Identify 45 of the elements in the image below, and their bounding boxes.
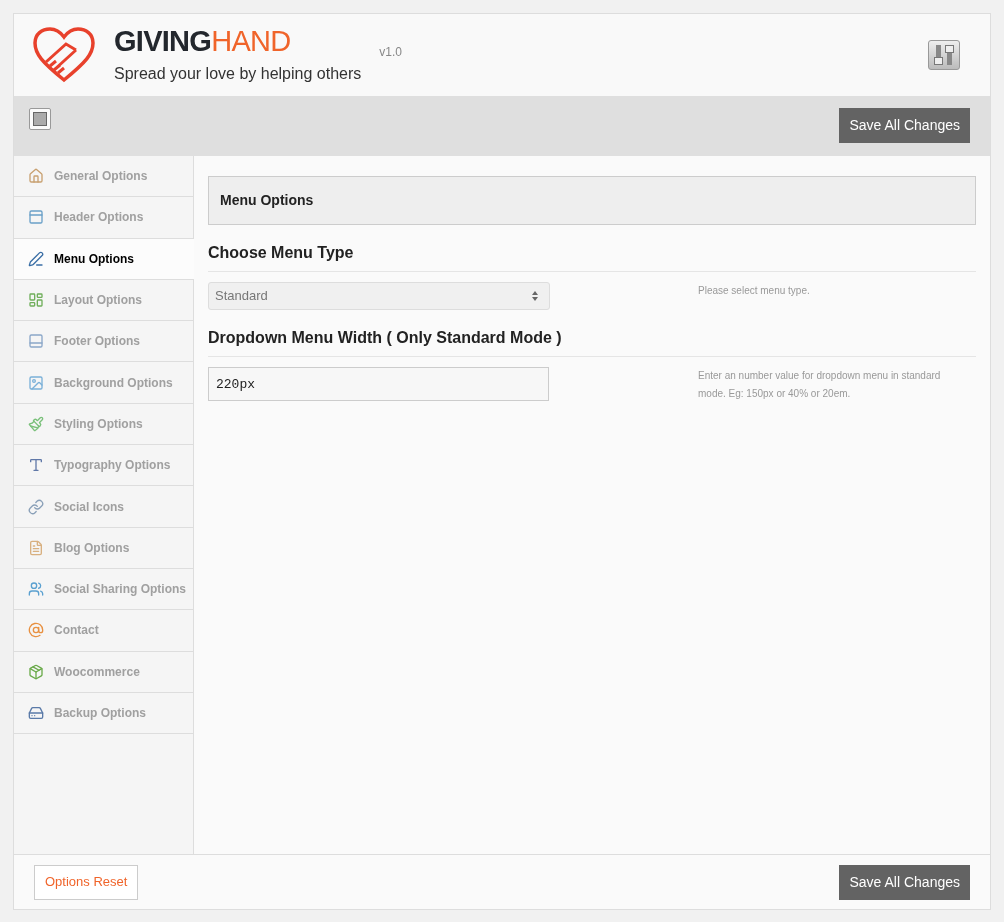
sidebar-item[interactable]: Background Options: [14, 362, 193, 404]
save-button[interactable]: Save All Changes: [839, 108, 970, 143]
sidebar-item[interactable]: Header Options: [14, 197, 193, 239]
field-help-text: Enter an number value for dropdown menu in standard mode. Eg: 150px or 40% or 20em.: [698, 369, 942, 401]
sidebar-item[interactable]: Woocommerce: [14, 651, 193, 693]
panel-icon: [28, 333, 44, 350]
section-title: Menu Options: [220, 191, 314, 210]
sidebar-item[interactable]: Footer Options: [14, 321, 193, 363]
layout-icon: [28, 292, 44, 309]
sidebar-item[interactable]: Blog Options: [14, 527, 193, 569]
sidebar-item[interactable]: General Options: [14, 156, 193, 198]
image-icon: [28, 374, 44, 391]
drive-icon: [28, 705, 44, 721]
box-icon: [28, 663, 44, 680]
pen-icon: [28, 250, 44, 267]
field-heading: Dropdown Menu Width ( Only Standard Mode ): [208, 329, 562, 346]
layout-toggle-icon[interactable]: [29, 108, 51, 130]
tagline: Spread your love by helping others: [114, 64, 362, 84]
heart-handshake-logo: [32, 26, 96, 84]
users-icon: [28, 581, 44, 598]
sidebar-item[interactable]: Menu Options: [14, 238, 194, 280]
document-icon: [28, 539, 44, 556]
version-label: v1.0: [379, 44, 402, 61]
sidebar-item[interactable]: Typography Options: [14, 445, 193, 487]
sort-arrows-icon: [531, 290, 539, 302]
field-help-text: Please select menu type.: [698, 284, 811, 298]
sidebar-item[interactable]: Contact: [14, 610, 193, 652]
house-icon: [28, 168, 44, 185]
sidebar-item[interactable]: Social Icons: [14, 486, 193, 528]
save-button[interactable]: Save All Changes: [839, 864, 970, 900]
menu-type-select[interactable]: Standard: [208, 282, 550, 310]
sidebar-item[interactable]: Social Sharing Options: [14, 568, 193, 611]
sidebar-item[interactable]: Backup Options: [14, 692, 193, 735]
sidebar-item[interactable]: Layout Options: [14, 279, 193, 322]
width-input-field[interactable]: 220px: [208, 367, 549, 401]
field-heading: Choose Menu Type: [208, 244, 354, 261]
brush-icon: [28, 415, 44, 432]
panel-icon: [28, 209, 44, 226]
type-icon: [28, 457, 44, 474]
at-icon: [28, 622, 44, 639]
link-icon: [28, 498, 44, 515]
sidebar-item[interactable]: Styling Options: [14, 403, 193, 446]
options-reset-button[interactable]: Options Reset: [34, 864, 139, 900]
brand-title: GIVINGHAND: [114, 24, 292, 58]
sliders-icon[interactable]: [928, 40, 960, 70]
